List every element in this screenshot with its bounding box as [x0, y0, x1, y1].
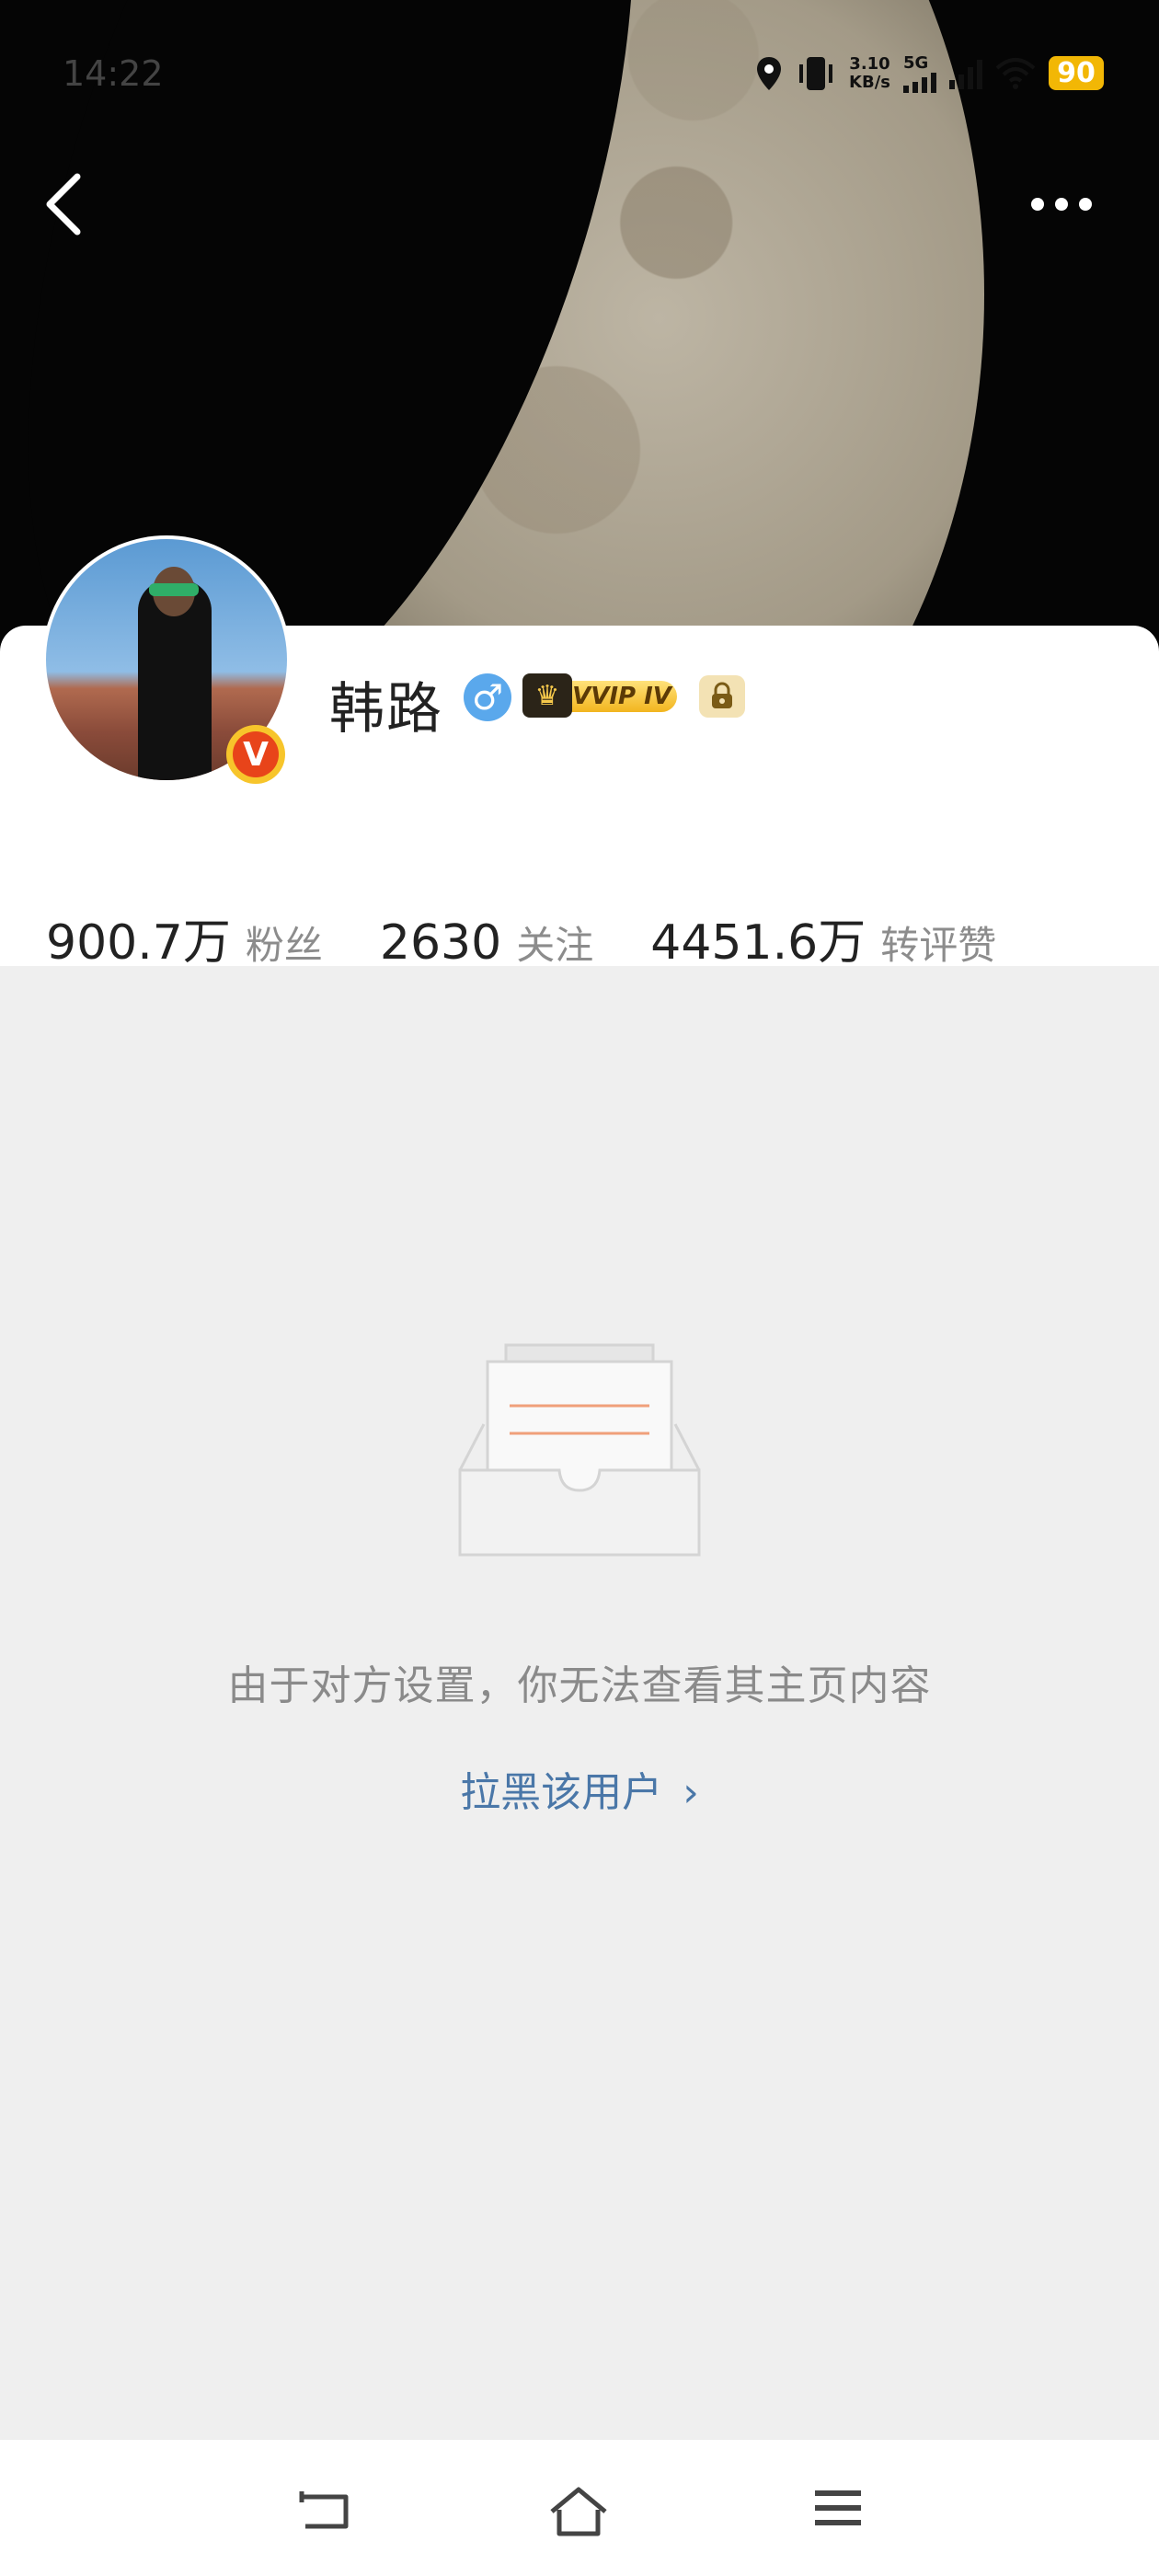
speed-unit: KB/s: [849, 72, 890, 92]
username: 韩路: [329, 677, 443, 742]
stat-label: 转评赞: [880, 923, 997, 968]
speed-value: 3.10: [849, 53, 890, 74]
nav-menu-button[interactable]: [806, 2484, 870, 2539]
vibrate-icon: [799, 56, 833, 90]
stat-following[interactable]: 2630 关注: [380, 914, 593, 971]
profile-stats: 900.7万 粉丝 2630 关注 4451.6万 转评赞: [46, 903, 1053, 972]
signal-5g: 5G: [903, 53, 936, 93]
chevron-right-icon: ›: [683, 1769, 699, 1816]
crown-icon: ♛: [522, 673, 572, 718]
menu-nav-icon: [815, 2490, 861, 2525]
block-user-link[interactable]: 拉黑该用户 ›: [0, 1759, 1159, 1818]
more-options-button[interactable]: [1027, 188, 1096, 221]
signal-bars-2-icon: [949, 58, 982, 89]
avatar-glasses: [149, 583, 199, 596]
stat-value: 900.7万: [46, 915, 231, 971]
back-nav-icon: [299, 2491, 349, 2529]
location-icon: [757, 56, 782, 90]
empty-state-message: 由于对方设置，你无法查看其主页内容: [227, 1662, 932, 1709]
more-dots-icon: [1031, 198, 1092, 211]
stat-value: 2630: [379, 915, 502, 971]
stat-label: 粉丝: [245, 923, 323, 968]
home-nav-icon: [550, 2487, 607, 2536]
network-type: 5G: [903, 53, 929, 73]
lock-badge-icon[interactable]: [699, 675, 745, 718]
lock-icon: [712, 682, 732, 708]
block-user-label: 拉黑该用户: [460, 1769, 663, 1816]
stat-label: 关注: [516, 923, 594, 968]
signal-bars-icon: [903, 73, 936, 93]
male-icon: ♂: [464, 673, 511, 721]
vip-label: VVIP IV: [567, 681, 677, 712]
vip-badge[interactable]: VVIP IV ♛: [522, 673, 681, 718]
status-time: 14:22: [63, 53, 164, 94]
verified-badge: V: [226, 725, 285, 784]
empty-inbox-icon: [458, 1343, 701, 1557]
nav-back-button[interactable]: [293, 2484, 357, 2539]
battery-indicator: 90: [1049, 56, 1104, 90]
stat-reposts-comments-likes[interactable]: 4451.6万 转评赞: [650, 903, 996, 972]
network-speed: 3.10 KB/s: [849, 53, 890, 92]
stat-value: 4451.6万: [650, 915, 866, 971]
status-icons: 3.10 KB/s 5G 90: [755, 53, 1104, 93]
verified-v-icon: V: [233, 731, 279, 777]
wifi-icon: [995, 57, 1036, 89]
nav-home-button[interactable]: [546, 2484, 611, 2539]
back-button[interactable]: [37, 166, 92, 239]
stat-followers[interactable]: 900.7万 粉丝: [46, 903, 323, 972]
chevron-left-icon: [46, 173, 81, 236]
